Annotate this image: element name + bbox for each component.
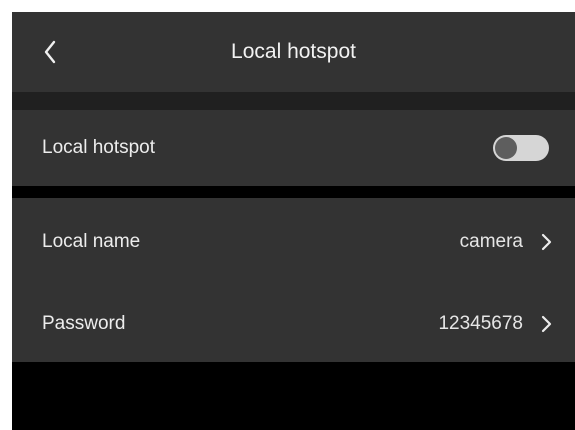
password-label: Password xyxy=(42,313,126,334)
hotspot-label: Local hotspot xyxy=(42,137,156,158)
chevron-right-icon xyxy=(541,233,552,251)
hotspot-toggle[interactable] xyxy=(493,135,549,161)
chevron-right-icon xyxy=(541,315,552,333)
divider xyxy=(12,186,575,198)
app-screen: Local hotspot Local hotspot Local name c… xyxy=(12,12,575,430)
local-name-label: Local name xyxy=(42,231,141,252)
password-row[interactable]: Password 12345678 xyxy=(12,286,575,362)
local-name-row[interactable]: Local name camera xyxy=(12,198,575,286)
header-bar: Local hotspot xyxy=(12,12,575,92)
empty-area xyxy=(12,362,575,430)
hotspot-row: Local hotspot xyxy=(12,110,575,186)
toggle-knob xyxy=(495,137,517,159)
page-title: Local hotspot xyxy=(231,40,356,63)
divider xyxy=(12,92,575,110)
local-name-value: camera xyxy=(459,231,523,252)
password-value: 12345678 xyxy=(438,313,523,334)
